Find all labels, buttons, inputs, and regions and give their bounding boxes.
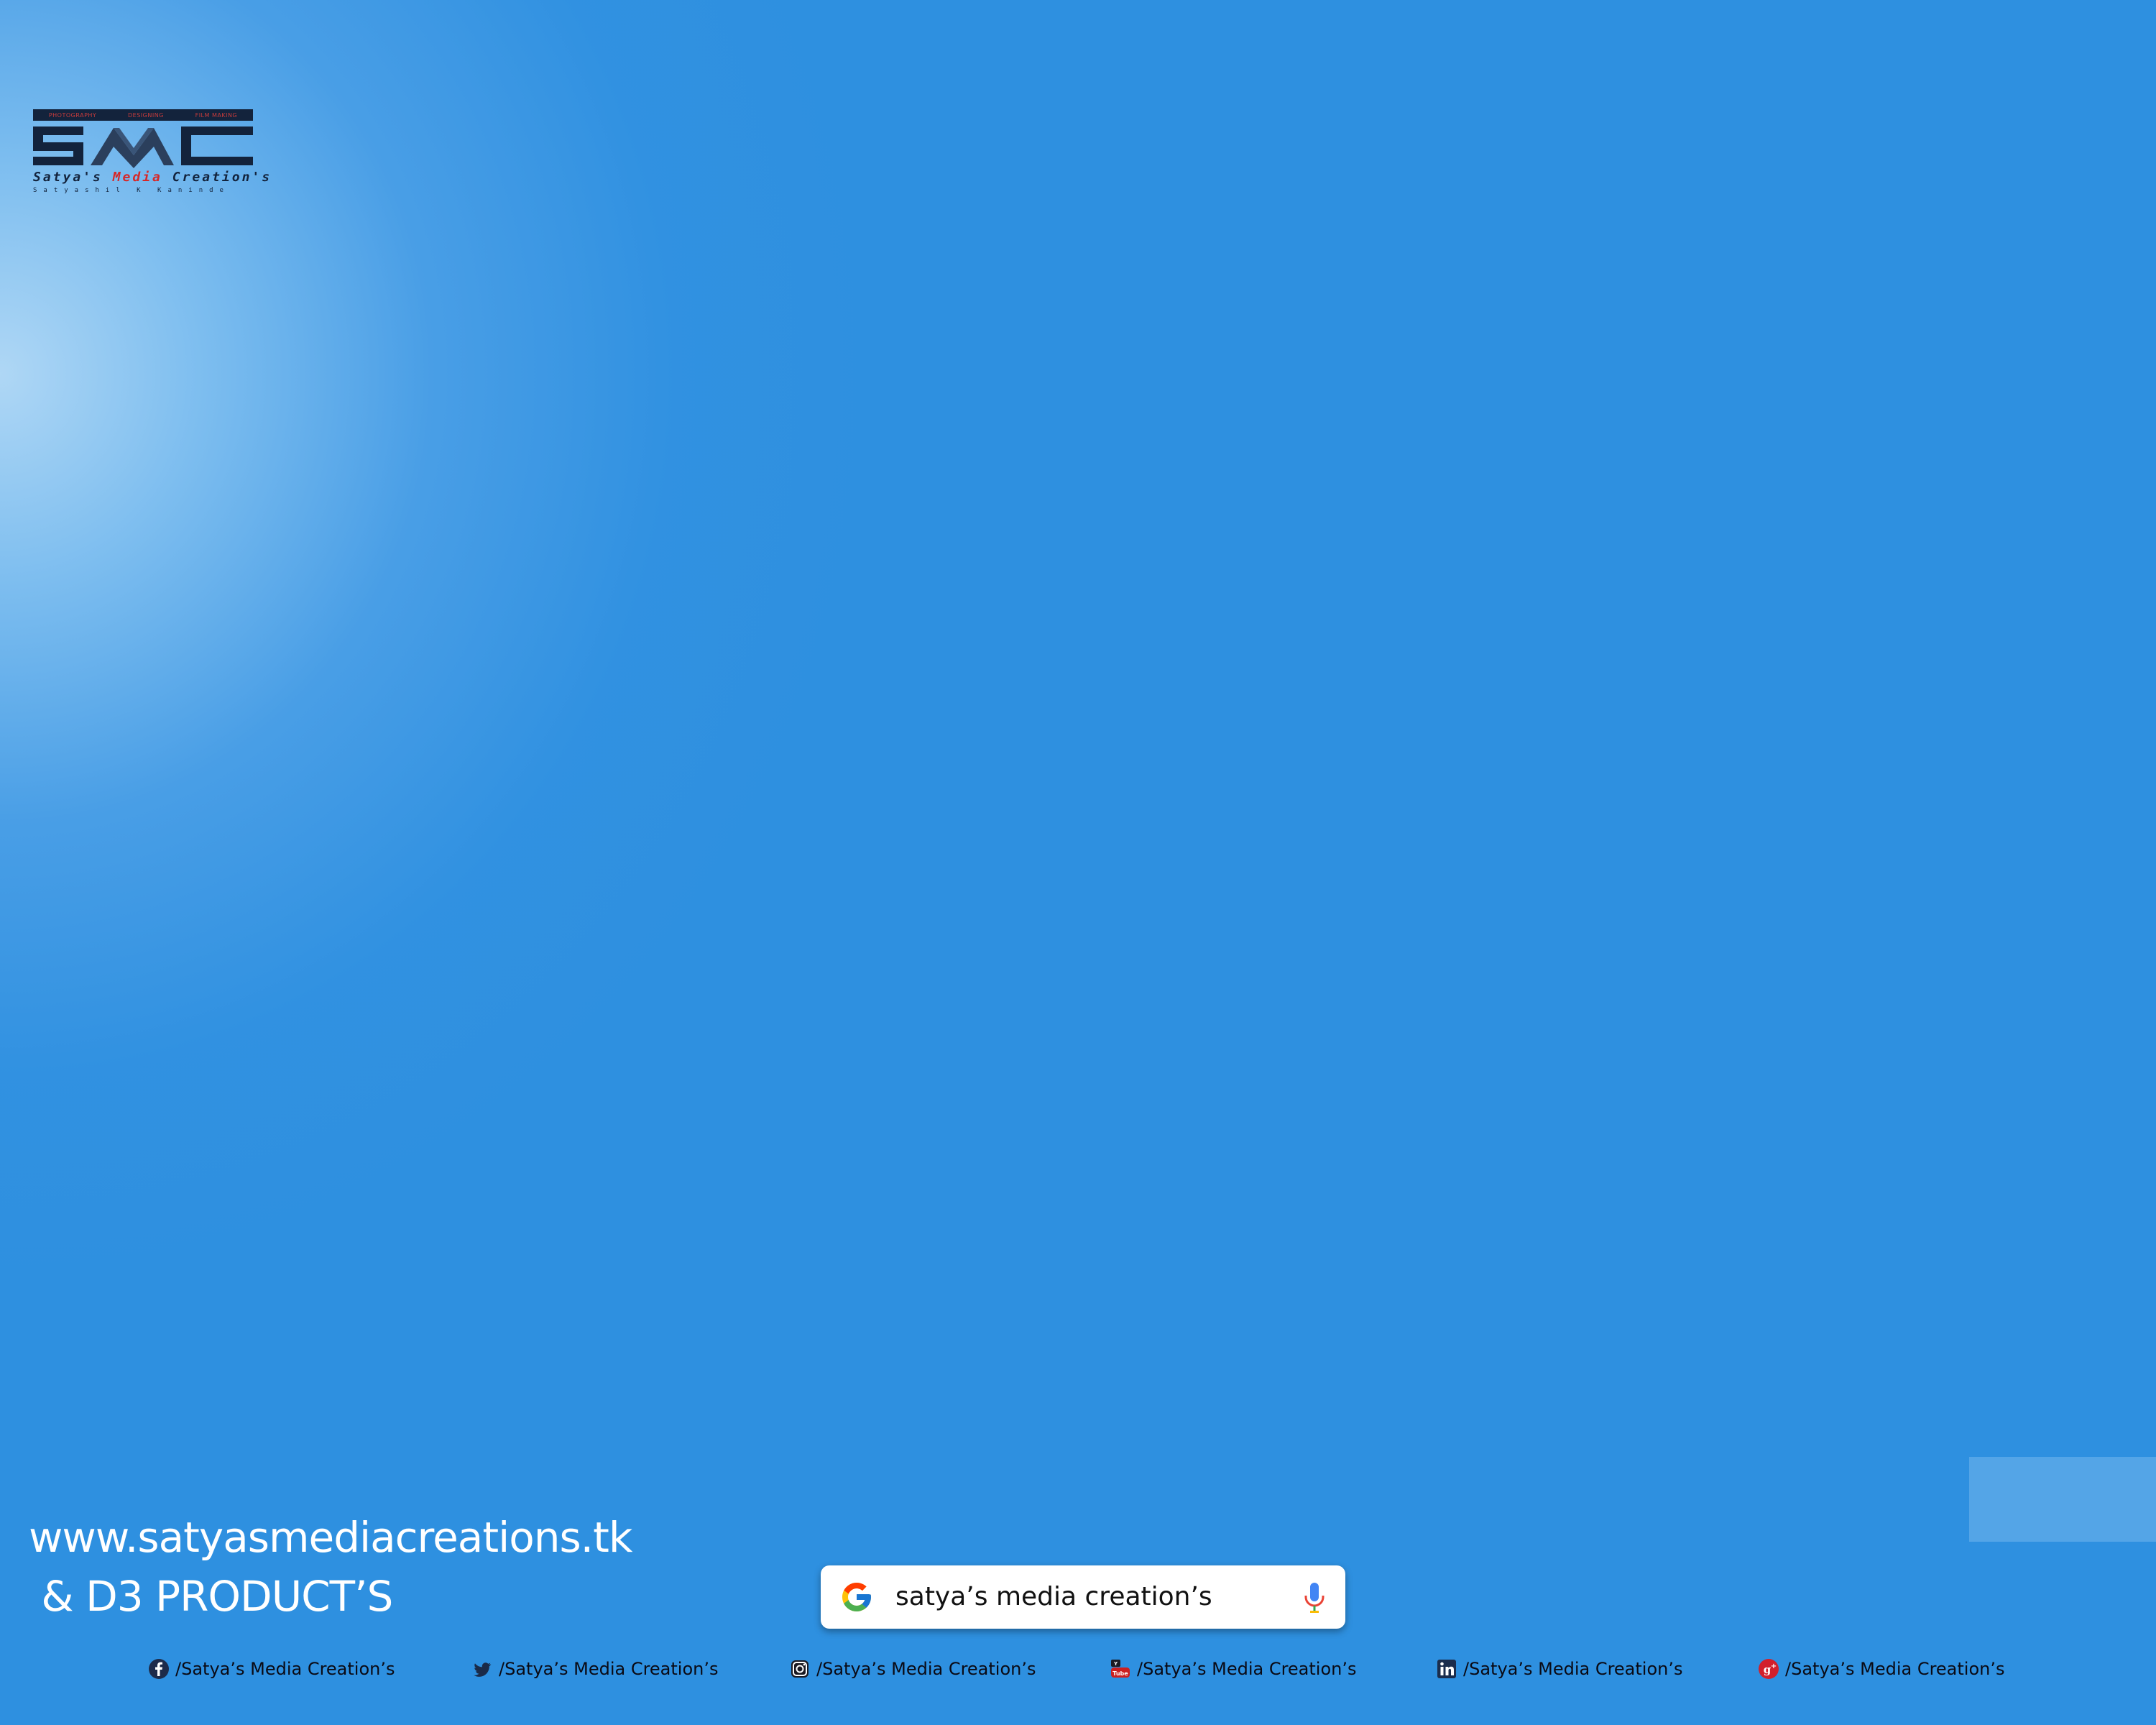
- social-label: /Satya’s Media Creation’s: [816, 1659, 1036, 1679]
- social-twitter[interactable]: /Satya’s Media Creation’s: [471, 1656, 719, 1682]
- search-bar[interactable]: satya’s media creation’s: [821, 1565, 1345, 1629]
- youtube-icon: Y Tube: [1111, 1660, 1130, 1678]
- social-label: /Satya’s Media Creation’s: [1137, 1659, 1357, 1679]
- social-facebook[interactable]: /Satya’s Media Creation’s: [148, 1656, 395, 1682]
- social-label: /Satya’s Media Creation’s: [175, 1659, 395, 1679]
- logo-name: Satya's Media Creation's: [33, 170, 272, 185]
- logo-topbar: PHOTOGRAPHY DESIGNING FILM MAKING: [33, 109, 253, 121]
- website-subline: & D3 PRODUCT’S: [29, 1572, 393, 1621]
- social-google-plus[interactable]: g + /Satya’s Media Creation’s: [1758, 1656, 2005, 1682]
- social-youtube[interactable]: Y Tube /Satya’s Media Creation’s: [1110, 1656, 1357, 1682]
- website-block: www.satyasmediacreations.tk & D3 PRODUCT…: [29, 1508, 632, 1626]
- logo-name-media: Media: [112, 170, 162, 185]
- instagram-icon: [791, 1660, 808, 1678]
- social-label: /Satya’s Media Creation’s: [499, 1659, 719, 1679]
- logo-tag-film-making: FILM MAKING: [195, 111, 238, 119]
- google-g-icon: [842, 1583, 871, 1611]
- facebook-icon: [149, 1659, 169, 1679]
- logo-tag-designing: DESIGNING: [128, 111, 164, 119]
- logo-name-part3: Creation's: [162, 170, 272, 185]
- decorative-panel: [1969, 1457, 2156, 1542]
- google-plus-icon: g +: [1759, 1659, 1779, 1679]
- smc-logo-mark: [33, 126, 253, 168]
- social-label: /Satya’s Media Creation’s: [1463, 1659, 1683, 1679]
- twitter-icon: [474, 1662, 492, 1677]
- logo-name-part1: Satya's: [33, 170, 113, 185]
- svg-text:Y: Y: [1113, 1661, 1118, 1667]
- website-url[interactable]: www.satyasmediacreations.tk: [29, 1508, 632, 1567]
- microphone-icon[interactable]: [1304, 1581, 1325, 1614]
- logo-tag-photography: PHOTOGRAPHY: [48, 111, 97, 119]
- social-instagram[interactable]: /Satya’s Media Creation’s: [789, 1656, 1036, 1682]
- social-label: /Satya’s Media Creation’s: [1785, 1659, 2005, 1679]
- logo-subtitle: Satyashil K Kaninde: [33, 187, 230, 194]
- svg-text:+: +: [1771, 1662, 1777, 1670]
- svg-text:Tube: Tube: [1112, 1670, 1128, 1677]
- search-query[interactable]: satya’s media creation’s: [895, 1565, 1212, 1629]
- linkedin-icon: [1437, 1660, 1456, 1678]
- social-linkedin[interactable]: /Satya’s Media Creation’s: [1436, 1656, 1683, 1682]
- brand-logo: PHOTOGRAPHY DESIGNING FILM MAKING Satya'…: [33, 109, 270, 197]
